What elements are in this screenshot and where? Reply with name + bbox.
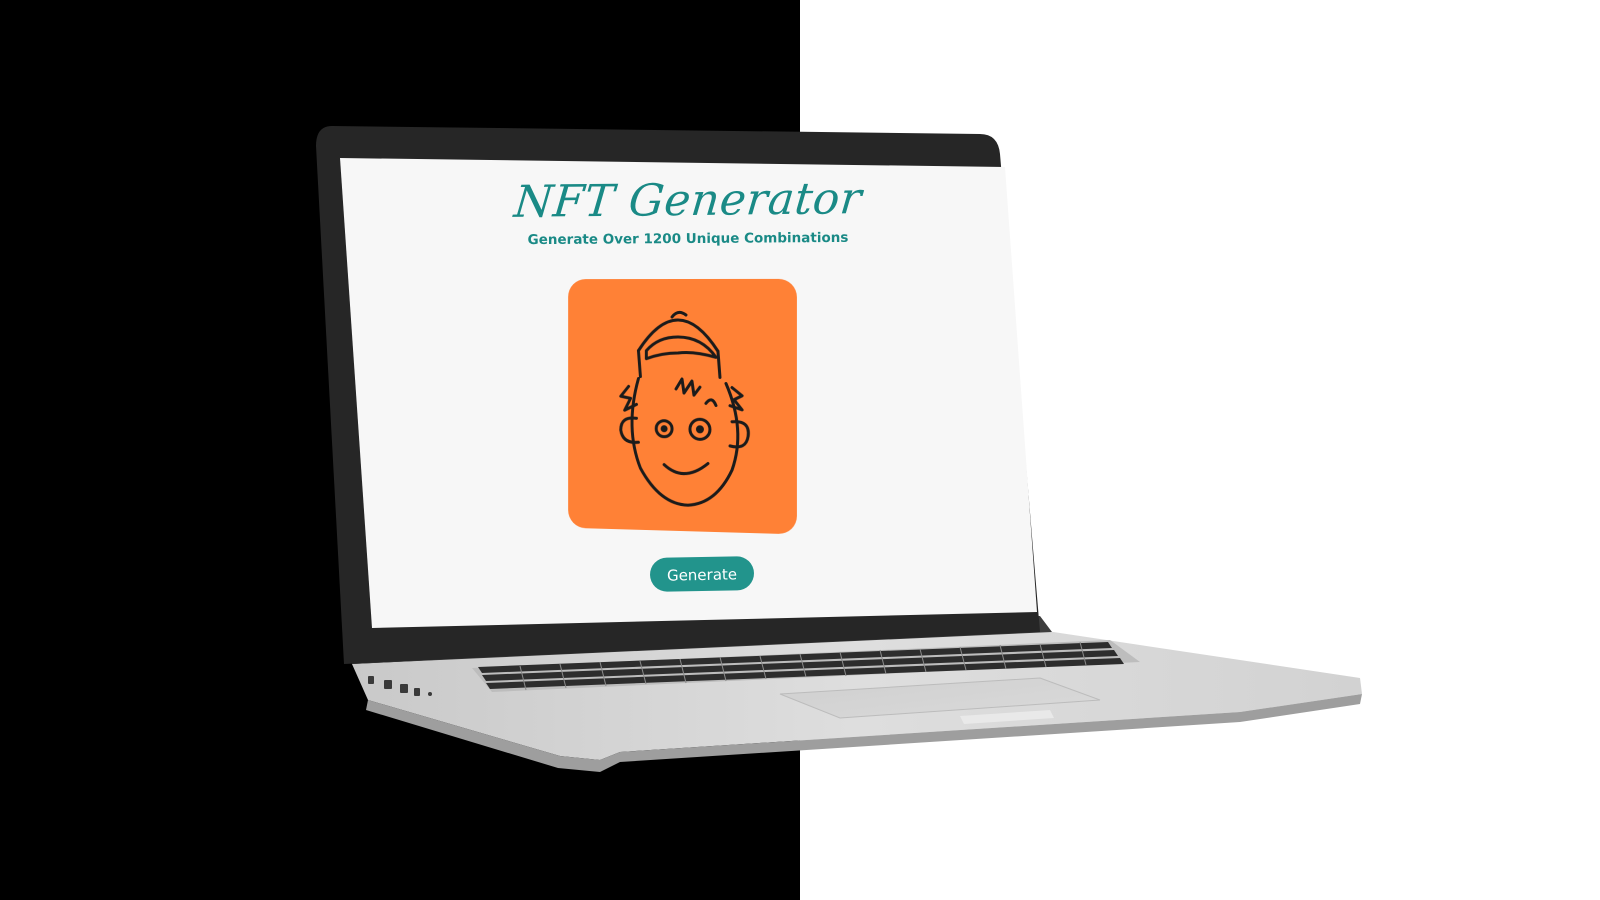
app-screen: NFT Generator Generate Over 1200 Unique … [348,163,1028,635]
page-title: NFT Generator [511,173,865,228]
cartoon-face-icon [568,310,797,534]
generate-button[interactable]: Generate [649,556,755,592]
nft-preview-card [568,278,797,535]
page-subtitle: Generate Over 1200 Unique Combinations [527,229,849,249]
